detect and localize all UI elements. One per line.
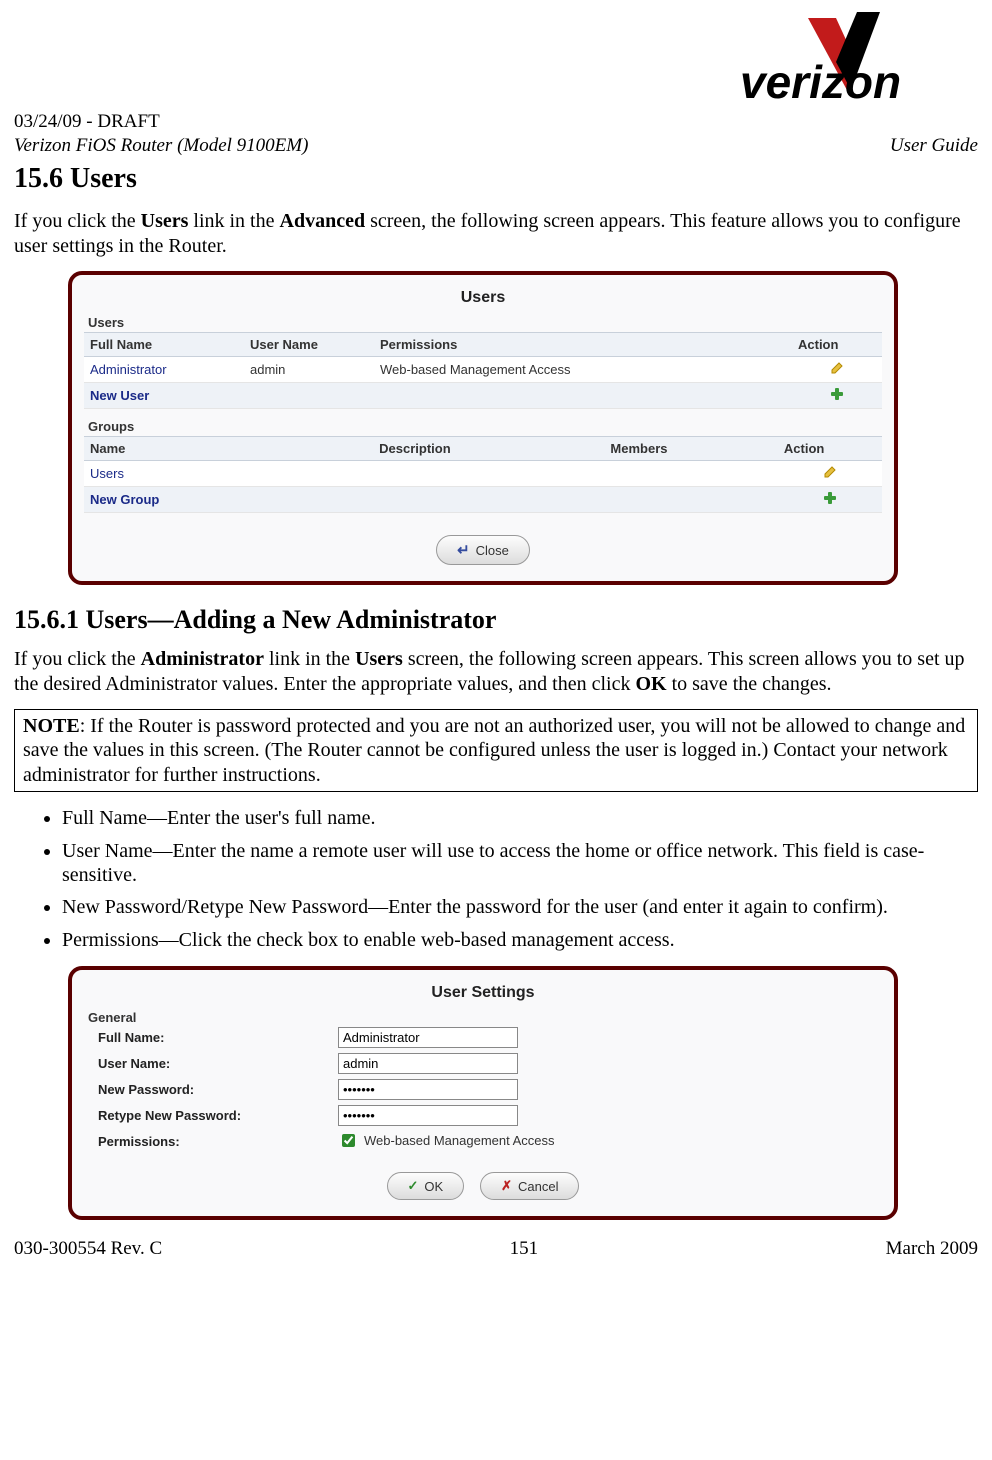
button-bar: ✓ OK ✗ Cancel — [84, 1172, 882, 1200]
full-name-field[interactable] — [338, 1027, 518, 1048]
new-group-link[interactable]: New Group — [90, 492, 159, 507]
logo-row: verizon — [14, 12, 978, 107]
permissions-text: Web-based Management Access — [364, 1133, 555, 1148]
user-settings-panel: User Settings General Full Name: User Na… — [68, 966, 898, 1220]
form-grid: Full Name: User Name: New Password: Rety… — [84, 1027, 882, 1150]
draft-date: 03/24/09 - DRAFT — [14, 111, 978, 133]
footer-right: March 2009 — [886, 1238, 978, 1260]
return-icon: ↵ — [457, 541, 470, 559]
table-header-row: Full Name User Name Permissions Action — [84, 333, 882, 357]
panel-title: User Settings — [84, 984, 882, 1002]
panel-title: Users — [84, 289, 882, 307]
footer-left: 030-300554 Rev. C — [14, 1238, 162, 1260]
add-icon[interactable] — [823, 491, 837, 505]
page-footer: 030-300554 Rev. C 151 March 2009 — [14, 1238, 978, 1260]
new-user-link[interactable]: New User — [90, 388, 149, 403]
user-name-field[interactable] — [338, 1053, 518, 1074]
list-item: User Name—Enter the name a remote user w… — [62, 839, 978, 888]
table-row: Administrator admin Web-based Management… — [84, 357, 882, 383]
retype-password-field[interactable] — [338, 1105, 518, 1126]
permissions-checkbox[interactable] — [342, 1134, 355, 1147]
users-panel: Users Users Full Name User Name Permissi… — [68, 271, 898, 585]
verizon-logo: verizon — [718, 12, 978, 107]
new-password-label: New Password: — [98, 1079, 328, 1100]
logo-text: verizon — [740, 56, 901, 107]
note-box: NOTE: If the Router is password protecte… — [14, 709, 978, 792]
edit-icon[interactable] — [830, 361, 844, 375]
subsection-heading: 15.6.1 Users—Adding a New Administrator — [14, 605, 978, 635]
table-row: New User — [84, 383, 882, 409]
bullet-list: Full Name—Enter the user's full name. Us… — [14, 806, 978, 952]
close-button[interactable]: ↵ Close — [436, 535, 530, 565]
section-intro: If you click the Users link in the Advan… — [14, 209, 978, 259]
user-link[interactable]: Administrator — [90, 362, 167, 377]
list-item: New Password/Retype New Password—Enter t… — [62, 895, 978, 919]
groups-section-label: Groups — [88, 419, 882, 434]
groups-table: Name Description Members Action Users Ne… — [84, 436, 882, 513]
check-icon: ✓ — [408, 1178, 419, 1194]
section-heading: 15.6 Users — [14, 163, 978, 195]
users-section-label: Users — [88, 315, 882, 330]
guide-label: User Guide — [890, 135, 978, 157]
user-name-label: User Name: — [98, 1053, 328, 1074]
list-item: Permissions—Click the check box to enabl… — [62, 928, 978, 952]
table-row: New Group — [84, 487, 882, 513]
cancel-button[interactable]: ✗ Cancel — [480, 1172, 579, 1200]
table-row: Users — [84, 461, 882, 487]
edit-icon[interactable] — [823, 465, 837, 479]
add-icon[interactable] — [830, 387, 844, 401]
group-link[interactable]: Users — [90, 466, 124, 481]
permissions-label: Permissions: — [98, 1131, 328, 1150]
full-name-label: Full Name: — [98, 1027, 328, 1048]
retype-password-label: Retype New Password: — [98, 1105, 328, 1126]
product-name: Verizon FiOS Router (Model 9100EM) — [14, 135, 308, 157]
list-item: Full Name—Enter the user's full name. — [62, 806, 978, 830]
x-icon: ✗ — [501, 1178, 512, 1194]
footer-page: 151 — [510, 1238, 539, 1260]
button-bar: ↵ Close — [84, 535, 882, 565]
general-label: General — [88, 1010, 882, 1025]
table-header-row: Name Description Members Action — [84, 437, 882, 461]
new-password-field[interactable] — [338, 1079, 518, 1100]
subsection-text: If you click the Administrator link in t… — [14, 647, 978, 697]
header-row: Verizon FiOS Router (Model 9100EM) User … — [14, 135, 978, 157]
users-table: Full Name User Name Permissions Action A… — [84, 332, 882, 409]
ok-button[interactable]: ✓ OK — [387, 1172, 465, 1200]
